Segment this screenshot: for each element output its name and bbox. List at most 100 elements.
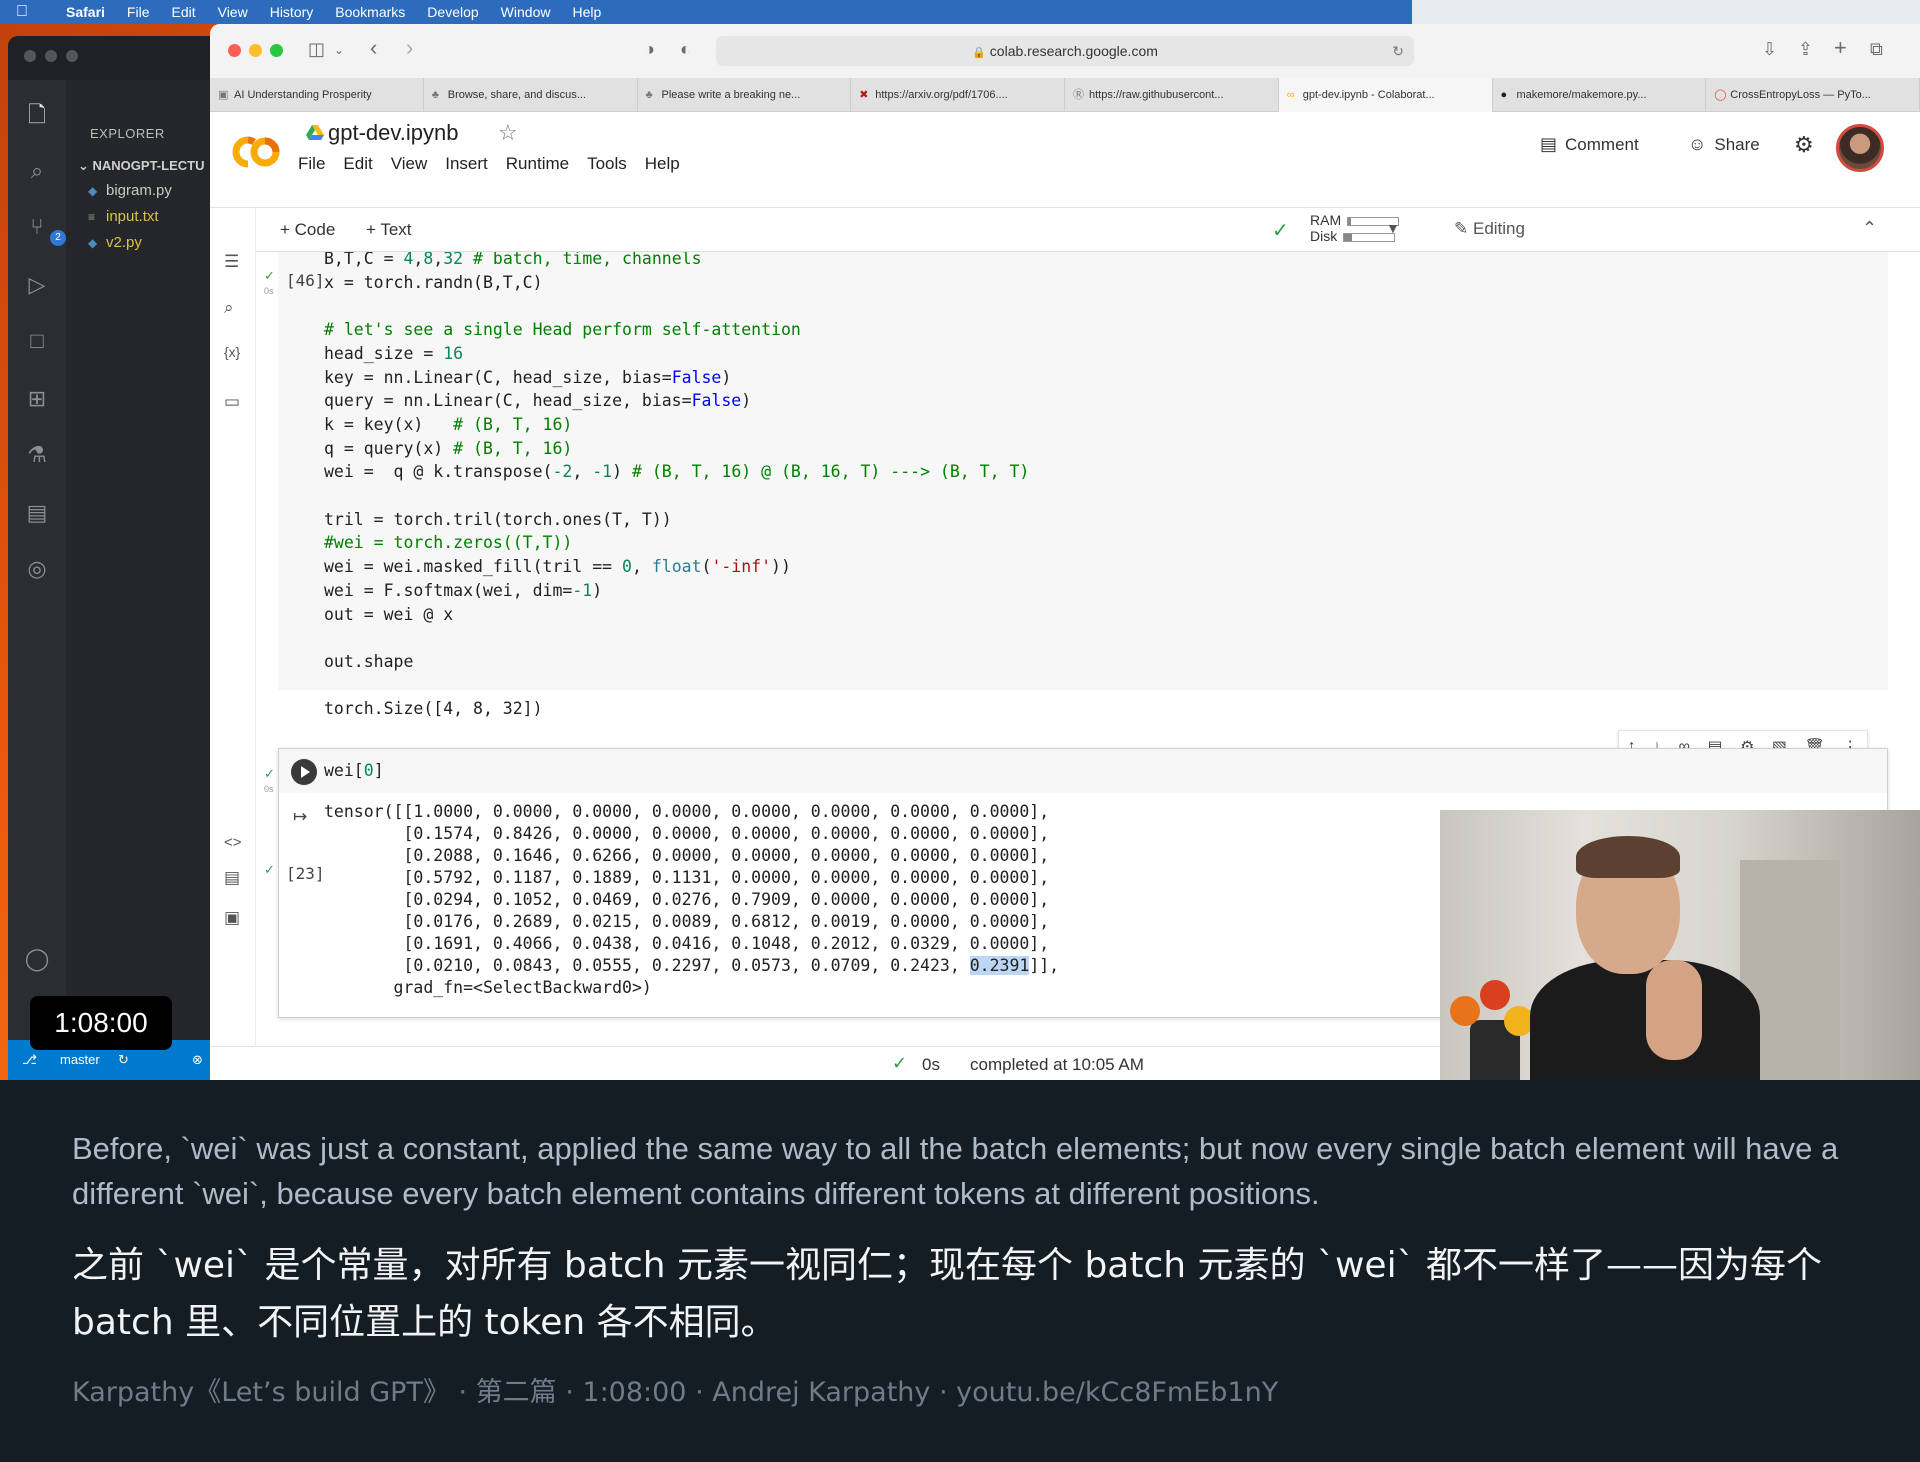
sidebar-icon[interactable]: ◫ xyxy=(308,39,325,60)
output-icon[interactable]: ↦ xyxy=(293,807,307,827)
disk-label: Disk xyxy=(1310,228,1338,244)
git-graph-icon[interactable]: ◎ xyxy=(22,554,52,584)
reload-icon[interactable]: ↻ xyxy=(1392,36,1404,66)
menubar-file[interactable]: File xyxy=(127,4,150,20)
tab-breaking-news[interactable]: ♣ Please write a breaking ne... xyxy=(638,78,852,112)
menubar-bookmarks[interactable]: Bookmarks xyxy=(335,4,405,20)
tab-label: makemore/makemore.py... xyxy=(1516,89,1647,101)
files-icon[interactable]: 🗋 xyxy=(22,100,52,130)
menu-view[interactable]: View xyxy=(391,154,428,174)
comment-icon: ▤ xyxy=(1540,134,1558,154)
chevron-down-icon[interactable]: ⌄ xyxy=(334,43,344,57)
menubar-develop[interactable]: Develop xyxy=(427,4,478,20)
tab-crossentropy[interactable]: ◯ CrossEntropyLoss — PyTo... xyxy=(1706,78,1920,112)
notebook-icon[interactable]: ▤ xyxy=(22,498,52,528)
menu-tools[interactable]: Tools xyxy=(587,154,627,174)
vscode-window-controls xyxy=(24,50,78,62)
apple-icon[interactable]:  xyxy=(0,3,44,21)
editing-mode-button[interactable]: ✎ Editing xyxy=(1454,219,1525,239)
tab-label: Browse, share, and discus... xyxy=(447,89,586,101)
menubar-edit[interactable]: Edit xyxy=(171,4,195,20)
cell-1-output: torch.Size([4, 8, 32]) xyxy=(324,699,543,718)
cell-2-source[interactable]: wei[0] xyxy=(324,759,384,783)
menu-help[interactable]: Help xyxy=(645,154,680,174)
text-file-icon: ≡ xyxy=(88,209,96,224)
cell-success-icon: ✓ xyxy=(264,862,275,877)
menubar-view[interactable]: View xyxy=(218,4,248,20)
new-tab-icon[interactable]: + xyxy=(1834,35,1847,61)
colab-logo-icon[interactable] xyxy=(228,132,284,172)
chevron-up-icon[interactable]: ⌃ xyxy=(1862,218,1877,239)
code-snippets-icon[interactable]: <> xyxy=(224,834,242,851)
star-icon[interactable]: ☆ xyxy=(498,120,518,146)
branch-name[interactable]: master xyxy=(60,1052,100,1067)
tab-raw-github[interactable]: Ⓡhttps://raw.githubusercont... xyxy=(1065,78,1279,112)
command-palette-icon[interactable]: ▤ xyxy=(224,868,240,888)
close-window-button[interactable] xyxy=(228,44,241,57)
add-code-button[interactable]: + Code xyxy=(280,220,335,240)
explorer-folder[interactable]: ⌄ NANOGPT-LECTU xyxy=(78,158,204,174)
gear-icon[interactable]: ⚙ xyxy=(1794,132,1814,158)
terminal-icon[interactable]: ▣ xyxy=(224,908,240,928)
comment-button[interactable]: ▤ Comment xyxy=(1540,134,1639,155)
menu-runtime[interactable]: Runtime xyxy=(506,154,569,174)
run-debug-icon[interactable]: ▷ xyxy=(22,270,52,300)
folder-icon[interactable]: ▭ xyxy=(224,392,240,412)
colab-cell-toolbar: + Code + Text ✓ RAM Disk ▼ ✎ Editing ⌃ xyxy=(210,208,1920,252)
testing-icon[interactable]: ⚗ xyxy=(22,440,52,470)
downloads-icon[interactable]: ⇩ xyxy=(1762,39,1777,60)
privacy-report-icon[interactable]: ◑ xyxy=(644,39,655,60)
explorer-file-v2[interactable]: ◆ v2.py xyxy=(88,234,142,251)
search-icon[interactable]: ⌕ xyxy=(22,156,52,186)
forward-icon[interactable]: › xyxy=(406,35,413,61)
menubar-app-name[interactable]: Safari xyxy=(66,4,105,20)
account-icon[interactable]: ◯ xyxy=(22,944,52,974)
menu-insert[interactable]: Insert xyxy=(445,154,488,174)
tab-arxiv[interactable]: ✖ https://arxiv.org/pdf/1706.... xyxy=(851,78,1065,112)
menubar-window[interactable]: Window xyxy=(501,4,551,20)
cell-1-source[interactable]: B,T,C = 4,8,32 # batch, time, channels x… xyxy=(324,252,1029,674)
status-completed-text: completed at 10:05 AM xyxy=(970,1055,1144,1074)
tab-browse-share[interactable]: ♣ Browse, share, and discus... xyxy=(424,78,638,112)
extensions-icon[interactable]: ⊞ xyxy=(22,384,52,414)
menu-edit[interactable]: Edit xyxy=(343,154,372,174)
share-icon[interactable]: ⇪ xyxy=(1798,39,1813,60)
remote-explorer-icon[interactable]: □ xyxy=(22,326,52,356)
file-name: input.txt xyxy=(106,208,159,225)
tab-label: gpt-dev.ipynb - Colaborat... xyxy=(1302,89,1435,101)
search-icon[interactable]: ⌕ xyxy=(224,298,234,318)
branch-icon[interactable]: ⎇ xyxy=(22,1052,37,1068)
tab-label: Please write a breaking ne... xyxy=(661,89,801,101)
run-cell-button[interactable] xyxy=(291,759,317,785)
shield-icon[interactable]: ◐ xyxy=(680,39,691,60)
remote-icon[interactable]: ⊗ xyxy=(192,1052,203,1068)
variables-icon[interactable]: {x} xyxy=(224,344,240,360)
table-of-contents-icon[interactable]: ☰ xyxy=(224,252,239,272)
zoom-window-button[interactable] xyxy=(270,44,283,57)
tab-makemore[interactable]: ● makemore/makemore.py... xyxy=(1493,78,1707,112)
avatar[interactable] xyxy=(1836,124,1884,172)
sync-icon[interactable]: ↻ xyxy=(118,1052,129,1068)
pencil-icon: ✎ xyxy=(1454,219,1469,238)
tab-ai-understanding[interactable]: ▣ AI Understanding Prosperity xyxy=(210,78,424,112)
minimize-window-button[interactable] xyxy=(249,44,262,57)
menubar-history[interactable]: History xyxy=(270,4,314,20)
tab-favicon-icon: ∞ xyxy=(1286,89,1295,101)
address-bar[interactable]: 🔒 colab.research.google.com ↻ xyxy=(716,36,1414,66)
explorer-file-input[interactable]: ≡ input.txt xyxy=(88,208,159,225)
video-credit: Karpathy《Let’s build GPT》 · 第二篇 · 1:08:0… xyxy=(72,1377,1279,1408)
output-selected-text[interactable]: 0.2391 xyxy=(969,956,1030,975)
share-label: Share xyxy=(1714,134,1760,154)
back-icon[interactable]: ‹ xyxy=(370,35,377,61)
explorer-file-bigram[interactable]: ◆ bigram.py xyxy=(88,182,172,199)
tab-colab[interactable]: ∞ gpt-dev.ipynb - Colaborat... xyxy=(1278,78,1493,112)
notebook-title[interactable]: gpt-dev.ipynb xyxy=(306,120,458,146)
add-text-button[interactable]: + Text xyxy=(366,220,412,240)
webcam-flower xyxy=(1480,980,1510,1010)
share-button[interactable]: ☺ Share xyxy=(1688,134,1760,155)
tab-overview-icon[interactable]: ⧉ xyxy=(1870,39,1883,60)
chevron-down-icon[interactable]: ▼ xyxy=(1386,220,1400,236)
menu-file[interactable]: File xyxy=(298,154,325,174)
menubar-help[interactable]: Help xyxy=(572,4,601,20)
source-control-icon[interactable]: ⑂ 2 xyxy=(22,212,66,246)
